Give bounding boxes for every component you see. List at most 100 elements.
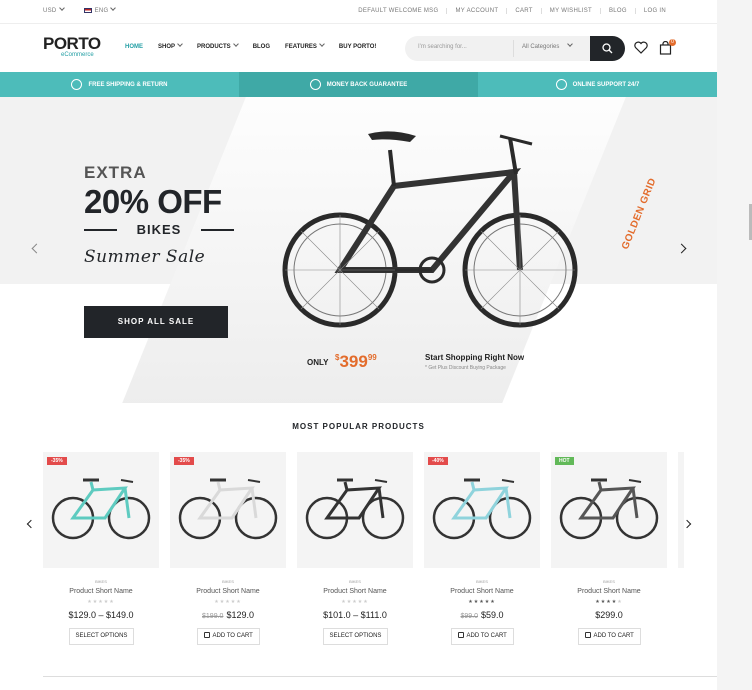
product-name[interactable]: Product Short Name xyxy=(43,588,159,595)
hero-slider: EXTRA 20% OFF BIKES Summer Sale SHOP ALL… xyxy=(0,97,717,403)
product-price: $299.0 xyxy=(551,610,667,620)
currency-label: USD xyxy=(43,8,57,15)
product-name[interactable]: Product Short Name xyxy=(170,588,286,595)
product-action-button[interactable]: ADD TO CART xyxy=(196,628,260,645)
product-rating: ★★★★★ xyxy=(297,599,413,605)
header: PORTO eCommerce HOME SHOP PRODUCTS BLOG … xyxy=(0,24,717,72)
language-switcher[interactable]: ENG xyxy=(83,5,117,15)
hero-only-label: ONLY xyxy=(307,358,329,367)
product-category[interactable]: BIKES xyxy=(551,579,667,584)
star-icon: ★ xyxy=(617,599,623,605)
cart-link[interactable]: CART xyxy=(506,8,540,14)
divider xyxy=(201,229,234,231)
chevron-down-icon xyxy=(58,5,65,11)
product-badge: -35% xyxy=(174,457,194,465)
product-action-label: ADD TO CART xyxy=(212,633,253,639)
hero-discount: 20% OFF xyxy=(84,183,222,220)
product-name[interactable]: Product Short Name xyxy=(551,588,667,595)
nav-features[interactable]: FEATURES xyxy=(285,41,325,50)
chevron-down-icon xyxy=(177,41,183,47)
product-name[interactable]: Product Short Name xyxy=(297,588,413,595)
product-action-button[interactable]: ADD TO CART xyxy=(577,628,641,645)
chevron-down-icon xyxy=(567,41,574,47)
language-label: ENG xyxy=(94,8,109,15)
slider-prev-arrow-icon[interactable] xyxy=(31,243,42,254)
product-action-button[interactable]: SELECT OPTIONS xyxy=(322,628,389,645)
carousel-prev-icon[interactable] xyxy=(26,519,36,529)
logo[interactable]: PORTO eCommerce xyxy=(43,34,101,58)
product-image[interactable] xyxy=(297,452,413,568)
product-current-price: $101.0 – $111.0 xyxy=(323,610,387,620)
nav-products[interactable]: PRODUCTS xyxy=(197,41,239,50)
product-image[interactable] xyxy=(43,452,159,568)
cart-bag-icon xyxy=(584,632,591,638)
product-card[interactable]: -40% BIKES Product Short Name ★★★★★ $99.0 $59… xyxy=(424,452,540,652)
chevron-down-icon xyxy=(232,41,239,47)
product-current-price: $129.0 xyxy=(226,610,254,620)
my-account-link[interactable]: MY ACCOUNT xyxy=(446,8,506,14)
nav-shop-label: SHOP xyxy=(158,44,176,50)
product-action-button[interactable]: ADD TO CART xyxy=(450,628,514,645)
logo-text: PORTO xyxy=(43,34,101,53)
product-card[interactable]: -35% BIKES Product Short Name ★★★★★ $129.0 –… xyxy=(43,452,159,652)
blog-link[interactable]: BLOG xyxy=(599,8,635,14)
scrollbar[interactable] xyxy=(717,0,752,690)
product-price: $129.0 – $149.0 xyxy=(43,610,159,620)
product-card[interactable]: BIKES Product Short Name ★★★★★ $101.0 – $11… xyxy=(297,452,413,652)
category-select[interactable]: All Categories xyxy=(513,40,589,57)
nav-blog[interactable]: BLOG xyxy=(253,44,270,50)
golden-grid-brand: GOLDEN GRID xyxy=(620,176,659,252)
cart-bag-icon xyxy=(203,632,210,638)
hero-bike-image xyxy=(282,131,578,328)
product-action-label: SELECT OPTIONS xyxy=(75,633,128,639)
product-old-price: $199.0 xyxy=(202,613,224,620)
info-bar: FREE SHIPPING & RETURN MONEY BACK GUARAN… xyxy=(0,72,717,97)
product-image[interactable] xyxy=(424,452,540,568)
category-select-label: All Categories xyxy=(522,44,560,50)
nav-home[interactable]: HOME xyxy=(125,44,143,50)
hero-tagline: Summer Sale xyxy=(84,247,206,267)
product-card[interactable]: -35% BIKES Product Short Name ★★★★★ $199.0 $1… xyxy=(170,452,286,652)
welcome-msg: DEFAULT WELCOME MSG xyxy=(358,8,439,14)
wishlist-heart-icon[interactable] xyxy=(634,41,648,54)
product-image[interactable] xyxy=(551,452,667,568)
login-link[interactable]: LOG IN xyxy=(634,8,674,14)
chevron-down-icon xyxy=(319,41,325,47)
product-rating: ★★★★★ xyxy=(551,599,667,605)
nav-buy-porto[interactable]: BUY PORTO! xyxy=(339,44,376,50)
product-action-button[interactable]: SELECT OPTIONS xyxy=(68,628,135,645)
info-money-back: MONEY BACK GUARANTEE xyxy=(239,72,478,97)
wishlist-link[interactable]: MY WISHLIST xyxy=(540,8,600,14)
product-action-label: SELECT OPTIONS xyxy=(329,633,382,639)
product-category[interactable]: BIKES xyxy=(424,579,540,584)
chevron-down-icon xyxy=(110,5,117,11)
hero-price-main: 399 xyxy=(339,352,368,371)
shop-all-sale-button[interactable]: SHOP ALL SALE xyxy=(84,306,228,338)
hero-cta-subtitle: * Get Plus Discount Buying Package xyxy=(425,365,506,371)
nav-shop[interactable]: SHOP xyxy=(158,41,183,50)
info-support: ONLINE SUPPORT 24/7 xyxy=(478,72,717,97)
bike-image xyxy=(305,478,405,540)
logo-subtitle: eCommerce xyxy=(61,52,94,58)
product-action-label: ADD TO CART xyxy=(593,633,634,639)
search-bar: I'm searching for... All Categories xyxy=(405,36,625,61)
bike-image xyxy=(178,478,278,540)
product-card[interactable]: HOT BIKES Product Short Name ★★★★★ $299.0 ADD… xyxy=(551,452,667,652)
product-image[interactable] xyxy=(170,452,286,568)
page: USD ENG DEFAULT WELCOME MSG MY ACCOUNT C… xyxy=(0,0,717,690)
star-icon: ★ xyxy=(109,599,115,605)
product-name[interactable]: Product Short Name xyxy=(424,588,540,595)
product-rating: ★★★★★ xyxy=(170,599,286,605)
currency-switcher[interactable]: USD xyxy=(43,5,65,15)
product-category[interactable]: BIKES xyxy=(170,579,286,584)
product-price: $99.0 $59.0 xyxy=(424,610,540,620)
product-category[interactable]: BIKES xyxy=(297,579,413,584)
slider-next-arrow-icon[interactable] xyxy=(676,243,687,254)
search-button[interactable] xyxy=(590,36,625,61)
carousel-next-icon[interactable] xyxy=(682,519,692,529)
cart-count-badge: 0 xyxy=(669,39,676,46)
search-input[interactable]: I'm searching for... xyxy=(418,44,467,50)
product-action-label: ADD TO CART xyxy=(466,633,507,639)
hero-product-row: BIKES xyxy=(84,222,234,237)
product-category[interactable]: BIKES xyxy=(43,579,159,584)
